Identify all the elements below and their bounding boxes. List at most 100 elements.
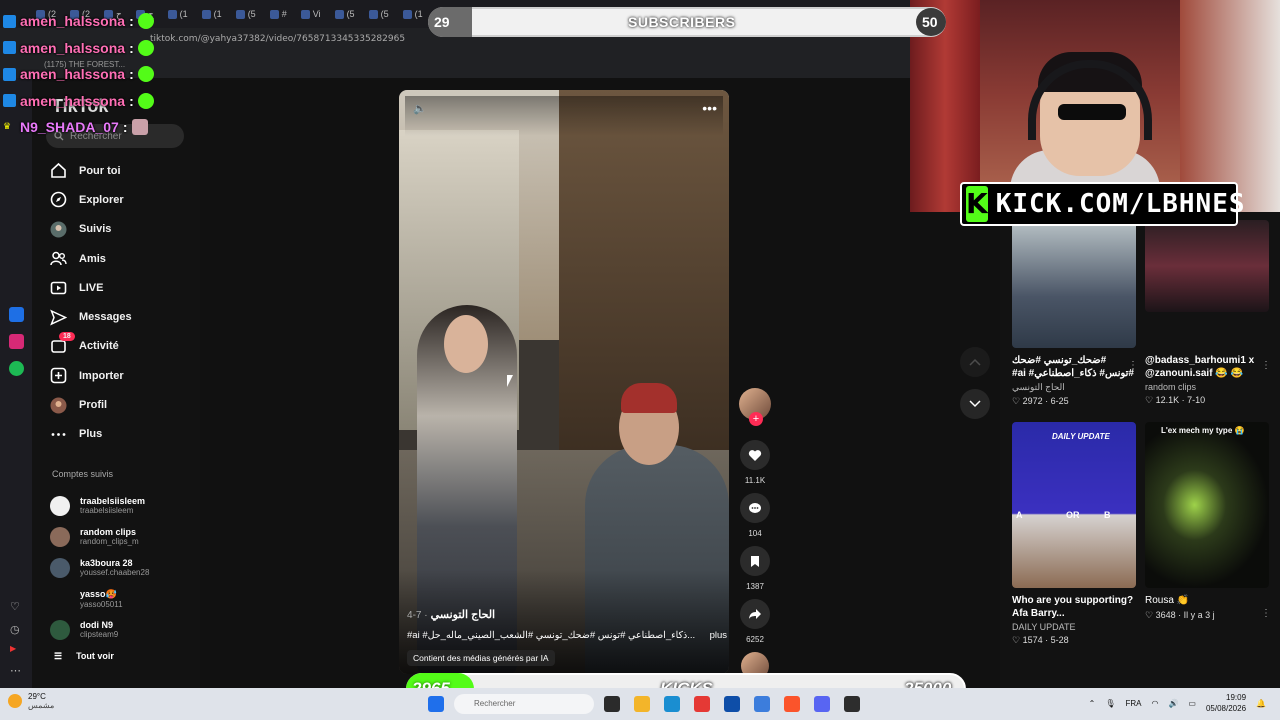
clock-icon[interactable]: ◷ xyxy=(10,623,20,636)
avatar[interactable] xyxy=(50,495,70,516)
following-item[interactable]: traabelsiisleem traabelsiisleem xyxy=(50,490,200,521)
rec-thumbnail[interactable] xyxy=(1145,220,1269,312)
browser-tab[interactable]: (5 xyxy=(230,3,262,25)
obs-icon[interactable] xyxy=(844,696,860,712)
mic-icon[interactable]: 🎙 xyxy=(1105,699,1115,708)
rec-card[interactable]: DAILY UPDATE A OR B Who are you supporti… xyxy=(1012,422,1136,646)
nav-item-plus[interactable]: Plus xyxy=(46,420,196,449)
heart-icon[interactable]: ♡ xyxy=(10,600,20,613)
chevron-up-icon[interactable]: ⌃ xyxy=(1089,699,1096,708)
more-icon[interactable]: ⋮ xyxy=(1261,360,1271,371)
chat-message: amen_halssona: xyxy=(3,8,154,35)
following-item[interactable]: yasso🥵 yasso05011 xyxy=(50,583,200,614)
notification-icon[interactable]: 🔔 xyxy=(1256,699,1266,708)
rec-card[interactable]: ⋮ @badass_barhoumi1 x @zanouni.saif 😂 😂 … xyxy=(1145,220,1271,406)
task-view-icon[interactable] xyxy=(604,696,620,712)
see-all-link[interactable]: ☰ Tout voir xyxy=(50,645,200,667)
more-icon[interactable]: ⋮ xyxy=(1261,608,1271,619)
rec-title[interactable]: Who are you supporting? Afa Barry... xyxy=(1012,594,1136,620)
opera-icon[interactable] xyxy=(694,696,710,712)
caption-more-link[interactable]: plus xyxy=(710,630,727,641)
avatar[interactable] xyxy=(50,619,70,640)
webcam-window xyxy=(1180,0,1280,212)
instagram-icon[interactable] xyxy=(9,334,24,349)
rec-title[interactable]: Rousa 👏 xyxy=(1145,594,1269,607)
volume-icon[interactable]: 🔈 xyxy=(413,102,427,115)
taskbar: 29°C مشمس Rechercher ⌃ 🎙 FRA ◠ 🔊 ▭ 19:09… xyxy=(0,688,1280,720)
browser-tab[interactable]: Vi xyxy=(295,3,327,25)
following-item[interactable]: ka3boura 28 youssef.chaaben28 xyxy=(50,552,200,583)
comment-button[interactable] xyxy=(740,493,770,523)
account-name: traabelsiisleem xyxy=(80,496,146,506)
rec-card[interactable]: L'ex mech my type 😭 ⋮ Rousa 👏 ♡ 3648 · I… xyxy=(1145,422,1271,621)
nav-item-messages[interactable]: Messages xyxy=(46,302,196,331)
volume-icon[interactable]: 🔊 xyxy=(1168,699,1178,708)
brave-icon[interactable] xyxy=(784,696,800,712)
rec-author[interactable]: الحاج التونسي xyxy=(1012,382,1136,393)
weather-desc: مشمس xyxy=(28,701,55,710)
youtube-icon[interactable]: ▶ xyxy=(10,644,16,653)
taskbar-search[interactable]: Rechercher xyxy=(454,694,594,714)
browser-tab[interactable]: (5 xyxy=(363,3,395,25)
outlook-icon[interactable] xyxy=(724,696,740,712)
nav-item-importer[interactable]: Importer xyxy=(46,361,196,390)
rec-thumbnail[interactable]: DAILY UPDATE A OR B xyxy=(1012,422,1136,588)
spotify-icon[interactable] xyxy=(9,361,24,376)
tab-title: (5 xyxy=(380,9,389,19)
rec-title[interactable]: @badass_barhoumi1 x @zanouni.saif 😂 😂 xyxy=(1145,354,1269,380)
store-icon[interactable] xyxy=(754,696,770,712)
avatar[interactable] xyxy=(50,557,70,578)
sidebar-nav: Pour toi Explorer Suivis Amis LIVE Messages Ac… xyxy=(46,156,196,449)
nav-item-explorer[interactable]: Explorer xyxy=(46,185,196,214)
rec-card[interactable]: ⋮ #ضحك_تونسي #ضحك #تونس# ذكاء_اصطناعي# a… xyxy=(1012,220,1138,407)
nav-item-live[interactable]: LIVE xyxy=(46,273,196,302)
prev-video-button[interactable] xyxy=(960,347,990,377)
start-icon[interactable] xyxy=(428,696,444,712)
video-menu-icon[interactable]: ••• xyxy=(702,100,717,116)
nav-item-activit[interactable]: Activité 18 xyxy=(46,331,196,361)
like-button[interactable] xyxy=(740,440,770,470)
discord-icon[interactable] xyxy=(814,696,830,712)
file-explorer-icon[interactable] xyxy=(634,696,650,712)
clock[interactable]: 19:09 05/08/2026 xyxy=(1206,692,1246,714)
battery-icon[interactable]: ▭ xyxy=(1188,699,1196,708)
video-hashtags[interactable]: #ai #ذكاء_اصطناعي #تونس #ضحك_تونسي #الشع… xyxy=(407,630,695,641)
video-caption: #ai #ذكاء_اصطناعي #تونس #ضحك_تونسي #الشع… xyxy=(407,630,727,641)
following-title: Comptes suivis xyxy=(52,469,114,479)
rec-date: 7-10 xyxy=(1187,395,1206,405)
browser-tab[interactable]: (1 xyxy=(196,3,228,25)
following-item[interactable]: random clips random_clips_m xyxy=(50,521,200,552)
follow-plus-icon[interactable]: + xyxy=(749,412,763,426)
messenger-icon[interactable] xyxy=(9,307,24,322)
nav-item-profil[interactable]: Profil xyxy=(46,390,196,419)
share-button[interactable] xyxy=(740,599,770,629)
avatar[interactable] xyxy=(50,588,70,609)
more-icon[interactable]: ⋯ xyxy=(10,664,21,677)
video-author[interactable]: الحاج التونسي · 7-4 xyxy=(407,608,495,621)
weather-widget[interactable]: 29°C مشمس xyxy=(8,692,54,710)
video-player[interactable]: 🔈 ••• الحاج التونسي · 7-4 #ai #ذكاء_اصطن… xyxy=(399,90,729,674)
edge-icon[interactable] xyxy=(664,696,680,712)
nav-item-amis[interactable]: Amis xyxy=(46,244,196,273)
following-item[interactable]: dodi N9 clipsteam9 xyxy=(50,614,200,645)
browser-tab[interactable]: (5 xyxy=(329,3,361,25)
weather-temp: 29°C xyxy=(28,692,46,701)
browser-tab[interactable]: (1 xyxy=(162,3,194,25)
language-indicator[interactable]: FRA xyxy=(1125,699,1141,708)
rec-author[interactable]: DAILY UPDATE xyxy=(1012,622,1136,632)
nav-item-pourtoi[interactable]: Pour toi xyxy=(46,156,196,185)
wifi-icon[interactable]: ◠ xyxy=(1151,699,1158,708)
creator-avatar[interactable]: + xyxy=(739,388,771,426)
more-icon[interactable]: ⋮ xyxy=(1128,360,1138,371)
avatar[interactable] xyxy=(50,526,70,547)
nav-item-suivis[interactable]: Suivis xyxy=(46,215,196,244)
next-video-button[interactable] xyxy=(960,389,990,419)
rec-author[interactable]: random clips xyxy=(1145,382,1269,392)
browser-tab[interactable]: (1 xyxy=(397,3,429,25)
browser-tab[interactable]: # xyxy=(264,3,293,25)
rec-thumbnail[interactable] xyxy=(1012,220,1136,348)
video-author-name[interactable]: الحاج التونسي xyxy=(431,609,495,621)
rec-title[interactable]: #ضحك_تونسي #ضحك #تونس# ذكاء_اصطناعي# ai# xyxy=(1012,354,1136,380)
save-button[interactable] xyxy=(740,546,770,576)
rec-thumbnail[interactable]: L'ex mech my type 😭 xyxy=(1145,422,1269,588)
